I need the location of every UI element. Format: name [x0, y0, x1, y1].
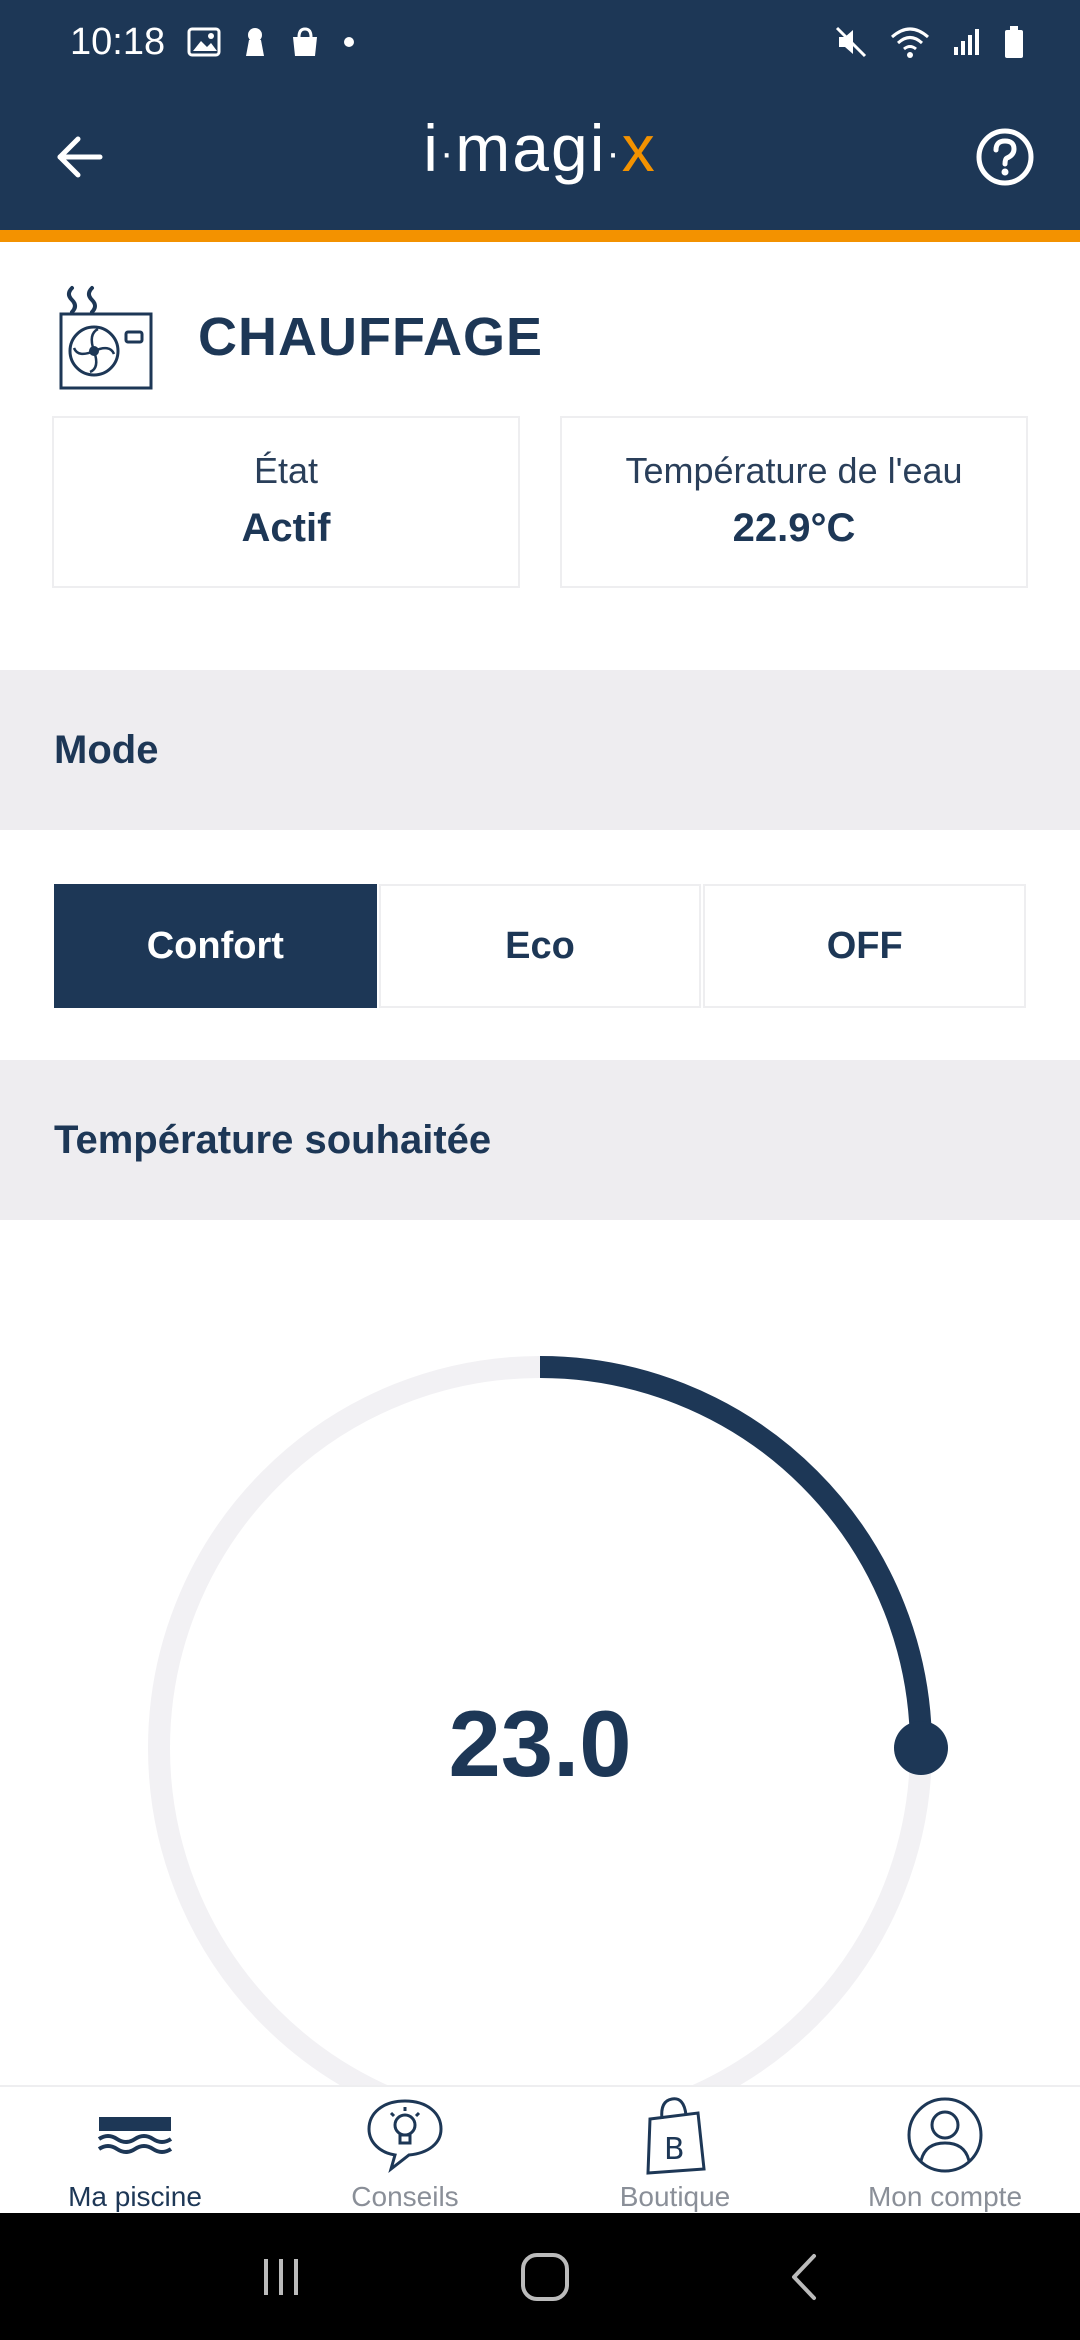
- water-temp-value: 22.9°C: [732, 506, 856, 550]
- keyhole-icon: [246, 28, 265, 56]
- help-button[interactable]: [968, 120, 1042, 194]
- nav-boutique[interactable]: B Boutique: [540, 2087, 810, 2213]
- mode-selector: Confort Eco OFF: [54, 884, 1027, 1008]
- app-header: i·magi·x: [0, 84, 1080, 230]
- water-temp-label: Température de l'eau: [625, 450, 963, 491]
- mode-section-header: Mode: [0, 670, 1080, 830]
- status-left: 10:18: [70, 21, 355, 64]
- logo-i: i: [423, 111, 440, 185]
- wifi-icon: [891, 27, 929, 58]
- status-time: 10:18: [70, 20, 166, 63]
- target-temp-section-header: Température souhaitée: [0, 1060, 1080, 1220]
- system-navigation-bar: [0, 2213, 1080, 2340]
- logo-x: x: [621, 111, 657, 185]
- mode-confort-button[interactable]: Confort: [54, 884, 377, 1008]
- nav-label: Boutique: [619, 2181, 731, 2212]
- nav-label: Mon compte: [867, 2181, 1023, 2212]
- temperature-dial: 23.0: [0, 1220, 1080, 2085]
- dial-graphic: [148, 1356, 948, 2085]
- mute-icon: [835, 26, 867, 58]
- mode-title: Mode: [54, 728, 159, 772]
- device-section: CHAUFFAGE État Actif Température de l'ea…: [0, 242, 1080, 670]
- target-temp-title: Température souhaitée: [54, 1118, 492, 1162]
- svg-text:B: B: [664, 2132, 685, 2167]
- back-nav-icon[interactable]: [784, 2250, 824, 2304]
- lightbulb-chat-icon: [367, 2099, 443, 2173]
- bottom-navigation: Ma piscine Conseils B Boutique Mon compt…: [0, 2085, 1080, 2213]
- logo-magi: magi: [455, 111, 607, 185]
- recent-apps-icon[interactable]: [256, 2255, 306, 2299]
- logo-dot-1: ·: [439, 131, 456, 176]
- water-temp-card: Température de l'eau 22.9°C: [560, 416, 1028, 588]
- pool-icon: [97, 2117, 173, 2154]
- state-label: État: [253, 450, 319, 491]
- dot-icon: [344, 37, 355, 47]
- state-card: État Actif: [52, 416, 520, 588]
- state-value: Actif: [241, 506, 331, 550]
- nav-label: Conseils: [351, 2181, 459, 2212]
- mode-off-button[interactable]: OFF: [703, 884, 1027, 1008]
- mode-eco-button[interactable]: Eco: [378, 884, 702, 1008]
- header-accent-bar: [0, 230, 1080, 242]
- home-icon[interactable]: [518, 2250, 572, 2304]
- target-temp-value: 23.0: [448, 1691, 632, 1796]
- status-bar: 10:18: [0, 0, 1080, 84]
- gallery-icon: [187, 27, 221, 57]
- logo-dot-2: ·: [606, 131, 622, 176]
- nav-ma-piscine[interactable]: Ma piscine: [0, 2087, 270, 2213]
- help-icon: [976, 128, 1034, 186]
- device-title: CHAUFFAGE: [198, 307, 543, 367]
- app-logo: i·magi·x: [0, 110, 1080, 186]
- nav-conseils[interactable]: Conseils: [270, 2087, 540, 2213]
- signal-icon: [954, 29, 979, 55]
- status-right: [834, 25, 1024, 59]
- nav-mon-compte[interactable]: Mon compte: [810, 2087, 1080, 2213]
- nav-label: Ma piscine: [68, 2181, 202, 2212]
- battery-icon: [1005, 26, 1023, 58]
- heat-pump-icon: [59, 286, 153, 390]
- user-account-icon: [907, 2097, 983, 2173]
- shopping-bag-status-icon: [293, 27, 318, 56]
- shopping-bag-icon: B: [646, 2097, 706, 2175]
